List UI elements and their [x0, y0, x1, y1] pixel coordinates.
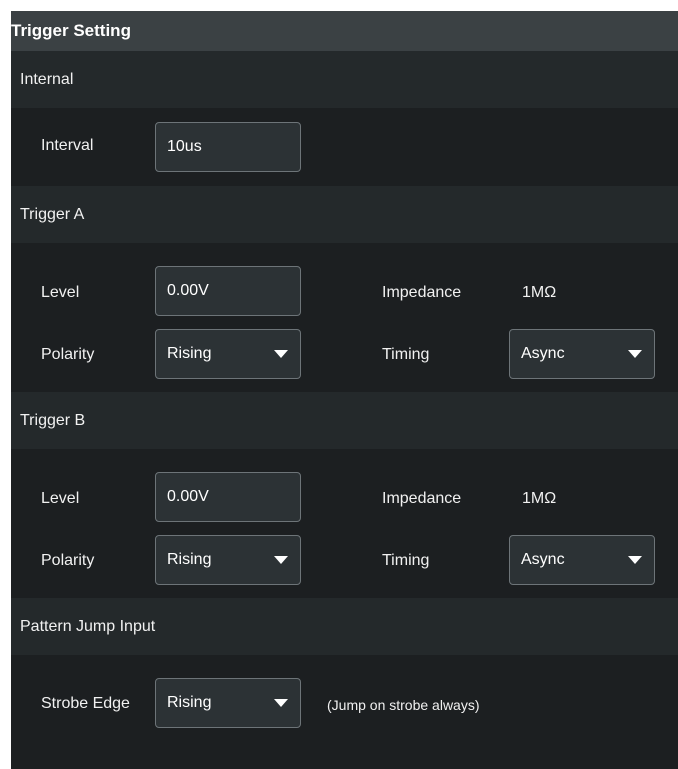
title-bar: Trigger Setting: [11, 11, 678, 51]
trigger-a-polarity-value: Rising: [167, 345, 212, 362]
chevron-down-icon: [628, 350, 642, 358]
interval-label: Interval: [41, 137, 94, 154]
section-title: Pattern Jump Input: [20, 618, 156, 635]
section-header-trigger-b: Trigger B: [11, 392, 678, 449]
section-header-pattern-jump: Pattern Jump Input: [11, 598, 678, 655]
trigger-b-timing-label: Timing: [382, 552, 430, 569]
chevron-down-icon: [274, 699, 288, 707]
strobe-edge-value: Rising: [167, 694, 212, 711]
section-header-internal: Internal: [11, 51, 678, 108]
trigger-b-impedance-value: 1MΩ: [522, 490, 557, 507]
trigger-b-level-input[interactable]: 0.00V: [155, 472, 301, 522]
interval-input[interactable]: 10us: [155, 122, 301, 172]
trigger-a-impedance-value: 1MΩ: [522, 284, 557, 301]
section-title: Trigger A: [20, 206, 85, 223]
chevron-down-icon: [274, 556, 288, 564]
trigger-b-polarity-dropdown[interactable]: Rising: [155, 535, 301, 585]
trigger-setting-panel: Trigger Setting Internal Interval 10us T…: [11, 11, 678, 769]
trigger-b-timing-value: Async: [521, 551, 565, 568]
trigger-a-level-value: 0.00V: [167, 282, 209, 299]
interval-value: 10us: [167, 138, 202, 155]
trigger-b-timing-dropdown[interactable]: Async: [509, 535, 655, 585]
trigger-a-polarity-label: Polarity: [41, 346, 95, 363]
strobe-edge-label: Strobe Edge: [41, 695, 130, 712]
trigger-b-level-value: 0.00V: [167, 488, 209, 505]
trigger-b-polarity-label: Polarity: [41, 552, 95, 569]
trigger-a-polarity-dropdown[interactable]: Rising: [155, 329, 301, 379]
trigger-a-timing-label: Timing: [382, 346, 430, 363]
trigger-a-impedance-label: Impedance: [382, 284, 462, 301]
trigger-a-level-input[interactable]: 0.00V: [155, 266, 301, 316]
strobe-edge-dropdown[interactable]: Rising: [155, 678, 301, 728]
section-title: Trigger B: [20, 412, 86, 429]
trigger-a-level-label: Level: [41, 284, 80, 301]
trigger-b-level-label: Level: [41, 490, 80, 507]
trigger-b-impedance-label: Impedance: [382, 490, 462, 507]
section-header-trigger-a: Trigger A: [11, 186, 678, 243]
trigger-b-polarity-value: Rising: [167, 551, 212, 568]
trigger-a-timing-value: Async: [521, 345, 565, 362]
chevron-down-icon: [274, 350, 288, 358]
strobe-note: (Jump on strobe always): [327, 697, 480, 713]
panel-title: Trigger Setting: [11, 21, 131, 40]
section-title: Internal: [20, 71, 74, 88]
chevron-down-icon: [628, 556, 642, 564]
trigger-a-timing-dropdown[interactable]: Async: [509, 329, 655, 379]
